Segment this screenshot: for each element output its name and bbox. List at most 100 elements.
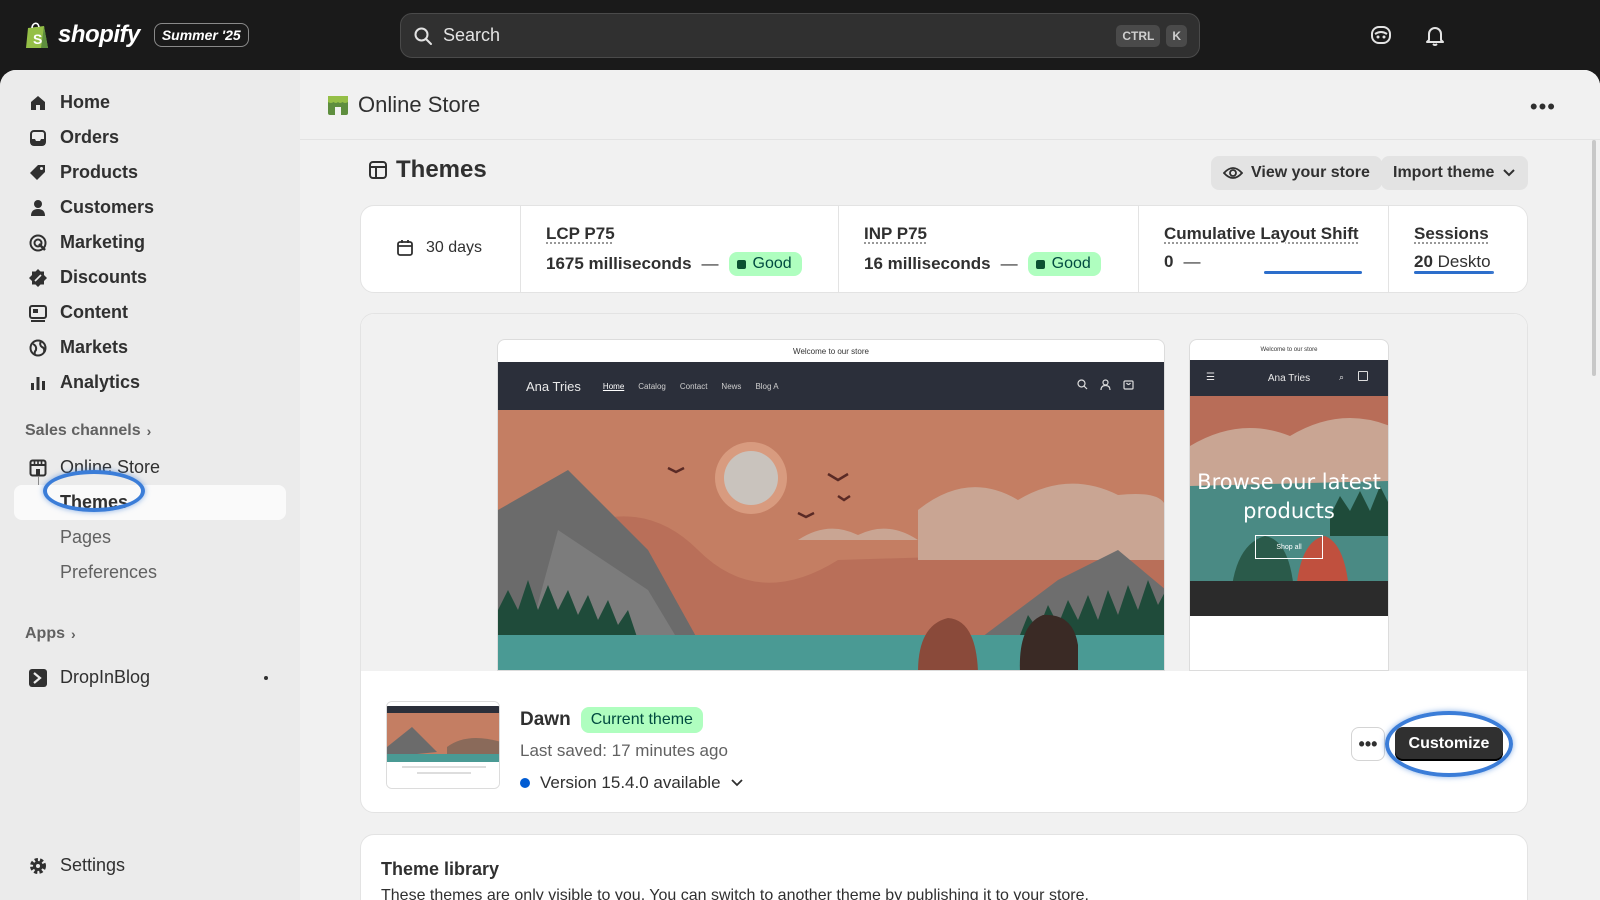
view-store-button[interactable]: View your store xyxy=(1211,156,1382,190)
store-header-icons xyxy=(1077,379,1134,390)
theme-thumbnail[interactable] xyxy=(386,701,500,789)
store-icon xyxy=(29,459,47,476)
announcement-bar: Welcome to our store xyxy=(1260,347,1318,353)
sidebar-item-discounts[interactable]: Discounts xyxy=(14,260,286,295)
search-bar[interactable]: CTRL K xyxy=(400,13,1200,58)
store-nav-link: Blog A xyxy=(755,381,779,391)
sidebar-subitem-pages[interactable]: Pages xyxy=(14,520,286,555)
period-selector[interactable]: 30 days xyxy=(361,206,521,292)
theme-preview-area[interactable]: Welcome to our store Ana Tries Home Cata… xyxy=(361,314,1527,671)
discount-icon xyxy=(29,268,47,287)
theme-thumbnail-image xyxy=(387,702,499,788)
sidebar-subitem-label: Pages xyxy=(60,527,112,547)
shop-all-button: Shop all xyxy=(1255,535,1323,559)
page-more-actions-button[interactable]: ••• xyxy=(1530,94,1556,120)
sidebar-item-label: Products xyxy=(60,162,139,182)
view-store-label: View your store xyxy=(1251,164,1370,181)
status-badge-text: Good xyxy=(1051,255,1091,272)
metric-separator: — xyxy=(1000,254,1018,273)
scrollbar[interactable] xyxy=(1592,140,1596,376)
edition-badge[interactable]: Summer '25 xyxy=(153,23,249,47)
chevron-right-icon: › xyxy=(71,626,76,642)
themes-section-title: Themes xyxy=(368,156,487,184)
eye-icon xyxy=(1223,167,1243,179)
content-icon xyxy=(29,304,47,322)
theme-actions-button[interactable]: ••• xyxy=(1351,727,1385,761)
sidebar-subitem-preferences[interactable]: Preferences xyxy=(14,555,286,590)
metric-inp-value: 16 milliseconds xyxy=(864,254,991,273)
metric-separator: — xyxy=(1183,252,1201,271)
mobile-preview: Welcome to our store ☰ Ana Tries ⌕ Brows… xyxy=(1189,339,1389,671)
sidebar-item-markets[interactable]: Markets xyxy=(14,330,286,365)
period-label: 30 days xyxy=(426,239,483,256)
info-dot-icon xyxy=(520,778,530,788)
sidebar-item-products[interactable]: Products xyxy=(14,155,286,190)
sidebar: Home Orders Products Customers Marketing… xyxy=(0,70,300,900)
sidekick-icon[interactable] xyxy=(1370,24,1392,46)
current-theme-row: Dawn Current theme Last saved: 17 minute… xyxy=(361,671,1527,812)
calendar-icon xyxy=(397,240,413,256)
account-icon xyxy=(1100,379,1111,390)
dropinblog-icon xyxy=(29,668,47,687)
store-name: Ana Tries xyxy=(1267,372,1311,384)
sidebar-item-label: Online Store xyxy=(60,457,161,477)
orders-icon xyxy=(30,129,46,146)
sidebar-item-online-store[interactable]: Online Store xyxy=(14,450,286,485)
import-theme-button[interactable]: Import theme xyxy=(1381,156,1529,190)
sidebar-item-analytics[interactable]: Analytics xyxy=(14,365,286,400)
page-header: Online Store ••• xyxy=(300,70,1600,140)
store-nav-link: Contact xyxy=(679,381,708,391)
sidebar-item-marketing[interactable]: Marketing xyxy=(14,225,286,260)
search-icon xyxy=(414,27,432,45)
sidebar-item-label: DropInBlog xyxy=(60,667,151,687)
cart-icon xyxy=(1123,380,1134,390)
chevron-down-icon xyxy=(1503,169,1516,177)
sidebar-item-content[interactable]: Content xyxy=(14,295,286,330)
search-input[interactable] xyxy=(443,25,1111,46)
metric-sessions[interactable]: Sessions 20 Deskto xyxy=(1389,206,1527,292)
themes-title-text: Themes xyxy=(396,156,487,183)
sidebar-item-label: Settings xyxy=(60,855,126,875)
apps-label: Apps xyxy=(25,625,65,642)
sidebar-item-label: Marketing xyxy=(60,232,146,252)
globe-icon xyxy=(29,339,47,356)
shopify-logo[interactable]: S shopify Summer '25 xyxy=(24,20,249,50)
status-badge: Good xyxy=(728,252,802,276)
sessions-sub: Deskto xyxy=(1437,252,1491,271)
sessions-sparkline xyxy=(1414,271,1494,274)
store-nav-link: News xyxy=(721,381,742,391)
last-saved-text: Last saved: 17 minutes ago xyxy=(520,741,728,760)
main-content: Online Store ••• Themes View your store … xyxy=(300,70,1600,900)
theme-library-card: Theme library These themes are only visi… xyxy=(360,834,1528,900)
metric-cls[interactable]: Cumulative Layout Shift 0 — xyxy=(1139,206,1389,292)
shortcut-ctrl: CTRL xyxy=(1116,24,1161,47)
sidebar-subitem-themes[interactable]: Themes xyxy=(14,485,286,520)
sidebar-item-home[interactable]: Home xyxy=(14,85,286,120)
sidebar-item-orders[interactable]: Orders xyxy=(14,120,286,155)
sidebar-subitem-label: Preferences xyxy=(60,562,158,582)
brand-name: shopify xyxy=(58,21,140,48)
metric-inp-label: INP P75 xyxy=(864,224,928,243)
bell-icon[interactable] xyxy=(1424,24,1446,46)
cart-icon xyxy=(1358,371,1368,381)
sessions-count: 20 xyxy=(1414,252,1433,271)
chevron-right-icon: › xyxy=(146,423,152,439)
sales-channels-label: Sales channels xyxy=(25,422,141,439)
sidebar-item-label: Customers xyxy=(60,197,155,217)
hero-illustration xyxy=(498,410,1164,670)
page-title-text: Online Store xyxy=(358,92,481,117)
tag-icon xyxy=(30,164,45,180)
apps-header[interactable]: Apps › xyxy=(25,625,76,643)
customize-button[interactable]: Customize xyxy=(1395,727,1503,761)
metric-cls-label: Cumulative Layout Shift xyxy=(1164,224,1359,243)
sales-channels-header[interactable]: Sales channels › xyxy=(25,422,151,440)
version-available-toggle[interactable]: Version 15.4.0 available xyxy=(520,773,743,793)
sidebar-item-customers[interactable]: Customers xyxy=(14,190,286,225)
metric-inp[interactable]: INP P75 16 milliseconds — Good xyxy=(839,206,1139,292)
sidebar-item-settings[interactable]: Settings xyxy=(14,848,286,883)
app-shell: Home Orders Products Customers Marketing… xyxy=(0,70,1600,900)
metric-lcp[interactable]: LCP P75 1675 milliseconds — Good xyxy=(521,206,839,292)
sidebar-item-dropinblog[interactable]: DropInBlog xyxy=(14,660,286,695)
sidebar-item-label: Markets xyxy=(60,337,129,357)
sidebar-subitem-label: Themes xyxy=(60,492,129,512)
